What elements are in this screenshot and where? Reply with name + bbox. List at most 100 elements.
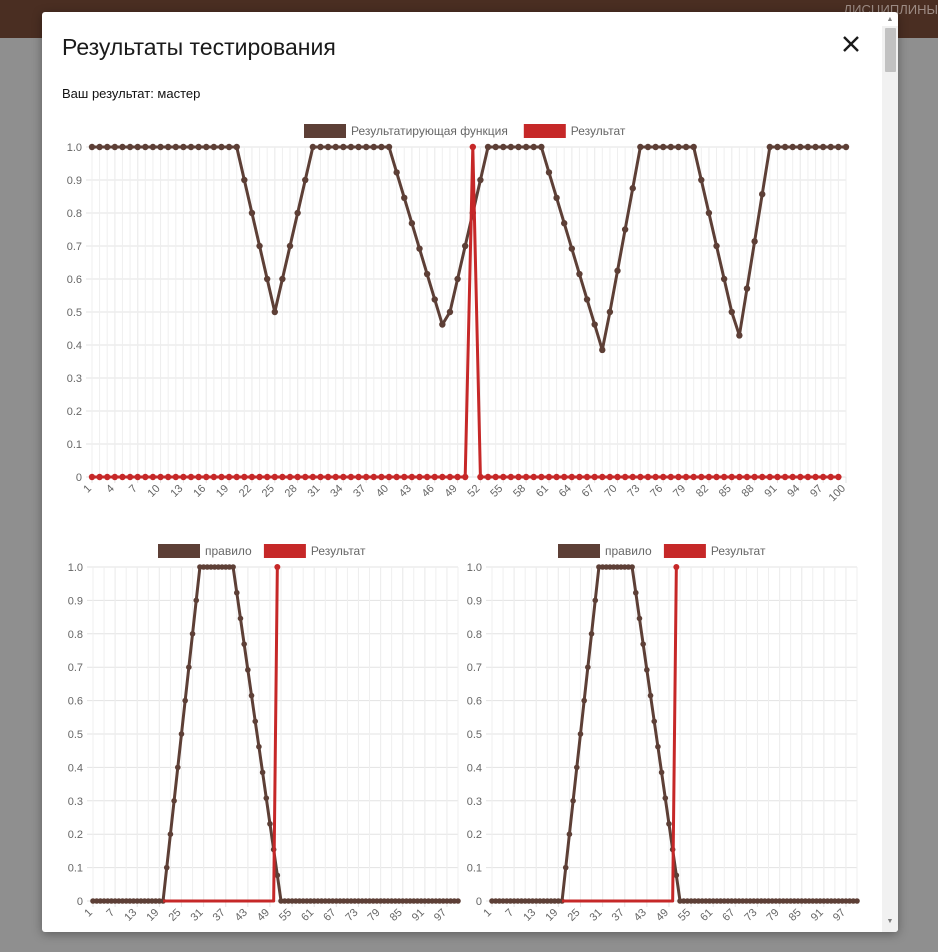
data-point [632,589,639,596]
data-point [340,473,347,481]
data-point [256,743,262,750]
data-point [789,143,796,151]
y-tick-label: 0.4 [467,762,482,774]
legend-label: Результат [711,544,766,558]
x-tick-label: 79 [671,483,688,500]
data-point [195,473,202,481]
data-point [241,473,248,481]
data-point [842,143,850,151]
data-point [736,332,743,339]
data-point [187,473,195,481]
data-point [431,473,438,481]
data-point [538,143,545,151]
data-point [766,143,774,151]
y-tick-label: 0.1 [68,863,83,875]
data-point [640,641,646,647]
data-point [241,176,248,184]
data-point [588,631,595,637]
data-point [515,143,522,151]
legend-swatch [263,544,306,558]
data-point [271,473,278,481]
data-point [484,473,492,481]
data-point [302,176,309,184]
data-point [568,245,576,252]
data-point [561,473,568,481]
data-point [274,564,281,570]
data-point [157,143,164,151]
data-point [530,143,537,151]
data-point [804,473,812,481]
x-tick-label: 25 [166,907,183,924]
legend-swatch [523,124,566,138]
x-tick-label: 31 [588,907,605,924]
data-point [174,764,181,771]
y-tick-label: 0.7 [467,662,482,674]
data-point [789,473,796,481]
data-point [477,176,484,184]
data-point [713,473,720,481]
x-tick-label: 37 [211,907,228,924]
data-point [759,190,766,198]
y-tick-label: 0.1 [67,439,82,451]
x-tick-label: 55 [676,907,693,924]
x-tick-label: 55 [277,907,294,924]
y-tick-label: 0.5 [467,729,482,741]
scrollbar-track[interactable] [882,26,898,932]
data-point [538,473,545,481]
data-point [237,615,244,622]
x-tick-label: 1 [82,907,95,920]
data-point [248,692,255,699]
data-point [203,473,210,481]
x-tick-label: 85 [717,483,734,500]
data-point [149,143,157,151]
data-point [492,473,499,481]
scrollbar-thumb[interactable] [885,28,896,72]
data-point [576,270,583,278]
data-point [797,143,804,151]
x-tick-label: 25 [565,907,582,924]
data-point [804,143,812,151]
data-point [267,821,273,827]
y-tick-label: 1.0 [68,562,83,574]
y-tick-label: 1.0 [67,142,82,154]
data-point [225,473,233,481]
data-point [248,209,256,217]
x-tick-label: 94 [785,483,802,500]
data-point [644,143,652,151]
data-point [233,473,240,481]
data-point [743,473,751,481]
data-point [819,473,827,481]
scroll-down-arrow[interactable]: ▼ [885,918,895,926]
data-point [180,143,187,151]
data-point [401,194,408,202]
x-tick-label: 85 [787,907,804,924]
data-point [362,143,370,151]
data-point [766,473,774,481]
x-tick-label: 79 [366,907,383,924]
x-tick-label: 25 [260,483,277,500]
data-point [835,143,842,151]
x-tick-label: 31 [189,907,206,924]
x-tick-label: 52 [465,483,482,500]
close-icon [843,36,859,52]
y-tick-label: 0.4 [68,762,83,774]
y-tick-label: 0.6 [67,274,82,286]
data-point [271,308,278,316]
data-point [111,473,119,481]
y-tick-label: 0.9 [67,175,82,187]
close-button[interactable] [839,32,863,56]
data-point [673,564,680,570]
data-point [423,473,431,481]
x-tick-label: 100 [827,483,848,504]
data-point [256,473,263,481]
data-point [454,473,461,481]
data-point [644,667,650,673]
x-tick-label: 4 [104,483,117,496]
y-tick-label: 0 [77,896,83,908]
data-point [530,473,537,481]
data-point [104,473,111,481]
data-point [317,473,324,481]
scroll-up-arrow[interactable]: ▲ [885,16,895,24]
x-tick-label: 73 [625,483,642,500]
data-point [104,143,111,151]
